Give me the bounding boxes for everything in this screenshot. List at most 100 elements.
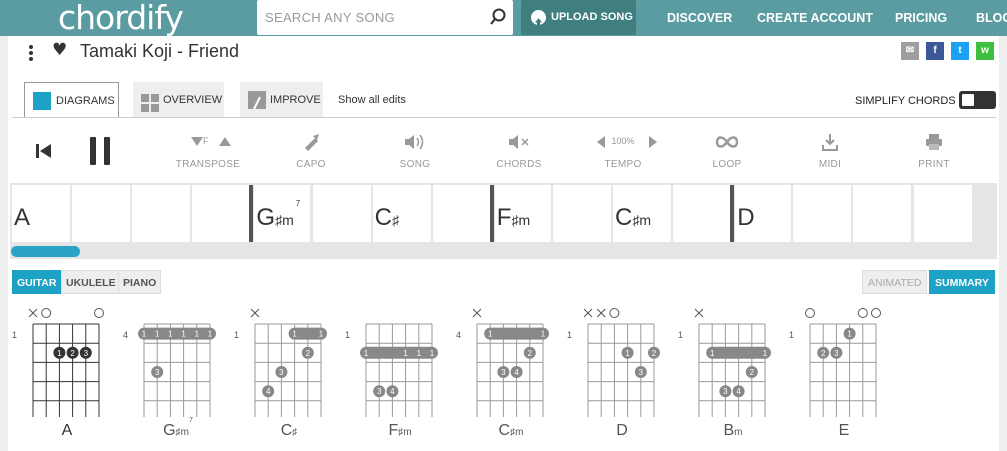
- view-animated-tab[interactable]: ANIMATED: [862, 270, 928, 294]
- finger-number: 1: [319, 330, 324, 339]
- timeline-beat-cell[interactable]: A: [12, 185, 70, 242]
- timeline-beat-cell[interactable]: G♯m7: [254, 185, 311, 242]
- timeline-beat-cell[interactable]: C♯m: [613, 185, 671, 242]
- timeline-beat-cell[interactable]: [192, 185, 251, 242]
- chord-diagram-name: E: [838, 422, 850, 439]
- finger-number: 1: [155, 330, 160, 339]
- fretboard-grid: 1 1 2 34: [472, 308, 549, 417]
- tab-overview[interactable]: OVERVIEW: [133, 82, 224, 118]
- top-navbar: chordify UPLOAD SONG DISCOVER CREATE ACC…: [0, 0, 1007, 36]
- instrument-guitar-tab[interactable]: GUITAR: [12, 270, 62, 294]
- nav-blog[interactable]: BLOG: [976, 0, 1007, 36]
- tab-improve[interactable]: IMPROVE: [240, 82, 323, 118]
- search-input[interactable]: [265, 0, 485, 35]
- upload-song-label: UPLOAD SONG: [551, 11, 633, 23]
- finger-number: 3: [501, 368, 506, 377]
- timeline-chord-name: D: [737, 204, 755, 231]
- transpose-note: F: [203, 136, 209, 146]
- finger-number: 1: [364, 349, 369, 358]
- chords-volume-control[interactable]: CHORDS: [479, 132, 559, 170]
- tempo-up-icon[interactable]: [649, 136, 657, 148]
- nav-create-account[interactable]: CREATE ACCOUNT: [757, 0, 873, 36]
- capo-control[interactable]: CAPO: [271, 132, 351, 170]
- show-all-edits-link[interactable]: Show all edits: [338, 82, 406, 118]
- finger-number: 1: [847, 330, 852, 339]
- finger-number: 1: [430, 349, 435, 358]
- finger-number: 2: [750, 368, 755, 377]
- more-options-icon[interactable]: [28, 44, 34, 62]
- chord-diagram[interactable]: 1 1 1 1 1 3 4 F♯m: [345, 305, 455, 445]
- timeline-beat-cell[interactable]: [793, 185, 852, 242]
- download-icon: [822, 134, 838, 151]
- nav-discover[interactable]: DISCOVER: [667, 0, 732, 36]
- loop-control[interactable]: LOOP: [687, 132, 767, 170]
- loop-label: LOOP: [712, 159, 742, 170]
- capo-label: CAPO: [296, 159, 326, 170]
- instrument-ukulele-tab[interactable]: UKULELE: [61, 270, 121, 294]
- tempo-value: 100%: [611, 136, 635, 146]
- timeline-beat-cell[interactable]: [673, 185, 732, 242]
- finger-number: 3: [279, 368, 284, 377]
- fretboard-grid: 1 1 1 1 1 13: [138, 323, 216, 417]
- muted-string-marker: [250, 308, 260, 318]
- chord-diagram[interactable]: 1123 A: [12, 305, 122, 445]
- pause-icon[interactable]: [88, 135, 114, 167]
- print-control[interactable]: PRINT: [894, 132, 974, 170]
- timeline-chord-name: F♯m: [496, 204, 531, 231]
- finger-number: 1: [417, 349, 422, 358]
- timeline-beat-cell[interactable]: [132, 185, 191, 242]
- timeline-beat-cell[interactable]: [312, 185, 371, 242]
- simplify-chords-toggle[interactable]: [959, 91, 996, 109]
- open-string-marker: [871, 308, 881, 318]
- timeline-chord-name: G♯m7: [256, 199, 301, 231]
- open-string-marker: [805, 308, 815, 318]
- timeline-beat-cell[interactable]: [432, 185, 491, 242]
- capo-icon: [305, 134, 319, 151]
- tempo-down-icon[interactable]: [597, 136, 605, 148]
- finger-number: 3: [377, 387, 382, 396]
- chord-diagram[interactable]: 1 1 1 2 3 4 Bm: [678, 305, 788, 445]
- timeline-beat-cell[interactable]: [853, 185, 912, 242]
- chordify-logo[interactable]: chordify: [58, 0, 184, 36]
- chord-diagram[interactable]: 11 23 E: [789, 305, 899, 445]
- playback-progress-bar[interactable]: [11, 246, 80, 257]
- whatsapp-icon[interactable]: w: [976, 42, 994, 60]
- tempo-control: 100% TEMPO: [583, 132, 663, 170]
- chord-diagram[interactable]: 1 1 1 2 3 4 C♯: [234, 305, 344, 445]
- nav-pricing[interactable]: PRICING: [895, 0, 947, 36]
- timeline-beat-cell[interactable]: C♯: [372, 185, 431, 242]
- timeline-beat-cell[interactable]: D: [735, 185, 792, 242]
- timeline-chord-name: C♯m: [615, 204, 652, 231]
- chord-diagram[interactable]: 4 1 1 2 3 4 C♯m: [456, 305, 566, 445]
- instrument-piano-tab[interactable]: PIANO: [118, 270, 162, 294]
- chords-label: CHORDS: [496, 159, 542, 170]
- finger-number: 3: [639, 368, 644, 377]
- speaker-mute-icon: [509, 135, 529, 149]
- song-header: ♥ Tamaki Koji - Friend ✉ f t w: [8, 36, 999, 72]
- view-summary-tab[interactable]: SUMMARY: [929, 270, 995, 294]
- midi-control[interactable]: MIDI: [790, 132, 870, 170]
- search-icon[interactable]: [489, 8, 507, 26]
- timeline-beat-cell[interactable]: [72, 185, 131, 242]
- finger-number: 1: [541, 330, 546, 339]
- timeline-beat-cell[interactable]: [913, 185, 972, 242]
- print-label: PRINT: [918, 159, 950, 170]
- chord-diagram[interactable]: 11 2 3 D: [567, 305, 677, 445]
- muted-string-marker: [28, 308, 38, 318]
- timeline-beat-cell[interactable]: F♯m: [494, 185, 551, 242]
- finger-number: 1: [403, 349, 408, 358]
- email-icon[interactable]: ✉: [901, 42, 919, 60]
- tab-diagrams[interactable]: DIAGRAMS: [24, 82, 119, 118]
- upload-song-button[interactable]: UPLOAD SONG: [521, 0, 636, 35]
- skip-back-icon[interactable]: [35, 142, 53, 160]
- finger-number: 2: [652, 349, 657, 358]
- chord-diagram[interactable]: 4 1 1 1 1 1 1 3 G♯m7: [123, 305, 233, 445]
- chord-diagram-name: A: [61, 422, 73, 439]
- timeline-beat-cell[interactable]: [552, 185, 611, 242]
- heart-icon[interactable]: ♥: [52, 40, 67, 60]
- facebook-icon[interactable]: f: [926, 42, 944, 60]
- song-volume-control[interactable]: SONG: [375, 132, 455, 170]
- twitter-icon[interactable]: t: [951, 42, 969, 60]
- bar-line: [489, 185, 494, 242]
- finger-number: 2: [70, 349, 75, 358]
